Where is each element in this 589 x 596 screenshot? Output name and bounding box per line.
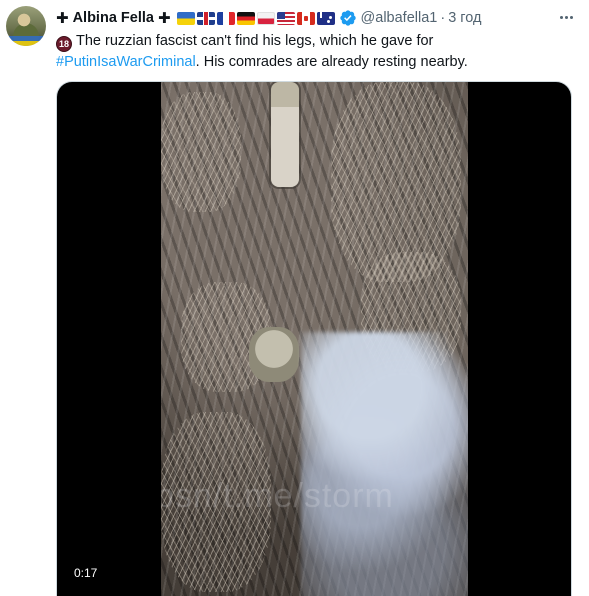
- france-flag-icon: [216, 11, 235, 25]
- figure-on-ground: [249, 327, 299, 382]
- author-handle[interactable]: @albafella1: [361, 10, 438, 26]
- cross-icon: ✚: [157, 10, 171, 27]
- usa-flag-icon: [276, 11, 295, 25]
- australia-flag-icon: [316, 11, 335, 25]
- figure-on-ground: [271, 82, 299, 187]
- uk-flag-icon: [196, 11, 215, 25]
- more-options-icon[interactable]: [555, 6, 577, 28]
- poland-flag-icon: [256, 11, 275, 25]
- tweet-timestamp[interactable]: 3 год: [448, 10, 481, 26]
- age-restriction-18-icon: 18: [56, 36, 72, 52]
- tweet-text-line2: . His comrades are already resting nearb…: [195, 54, 468, 70]
- tweet-header: ✚ Albina Fella ✚ @albafella1 · 3 год: [56, 8, 549, 28]
- ukraine-flag-icon: [176, 11, 195, 25]
- verified-badge-icon: [339, 9, 357, 27]
- tweet-text: 18 The ruzzian fascist can't find his leg…: [56, 31, 556, 72]
- author-name[interactable]: Albina Fella: [73, 10, 154, 26]
- germany-flag-icon: [236, 11, 255, 25]
- tweet[interactable]: ✚ Albina Fella ✚ @albafella1 · 3 год 18 T…: [0, 0, 589, 596]
- video-duration: 0:17: [69, 564, 103, 582]
- tweet-text-line1: The ruzzian fascist can't find his legs,…: [76, 33, 434, 49]
- canada-flag-icon: [296, 11, 315, 25]
- video-player[interactable]: psn/t.me/storm 0:17: [56, 81, 572, 596]
- dry-grass-patch: [161, 92, 241, 212]
- hashtag-link[interactable]: #PutinIsaWarCriminal: [56, 54, 196, 70]
- video-frame[interactable]: psn/t.me/storm: [161, 82, 468, 596]
- avatar-ukraine-band: [6, 36, 46, 46]
- smoke-cloud: [301, 332, 468, 596]
- cross-icon: ✚: [56, 10, 69, 27]
- separator-dot: ·: [440, 10, 446, 26]
- video-watermark: psn/t.me/storm: [161, 477, 394, 515]
- flag-emoji-list: [176, 11, 335, 25]
- author-avatar[interactable]: [6, 6, 46, 46]
